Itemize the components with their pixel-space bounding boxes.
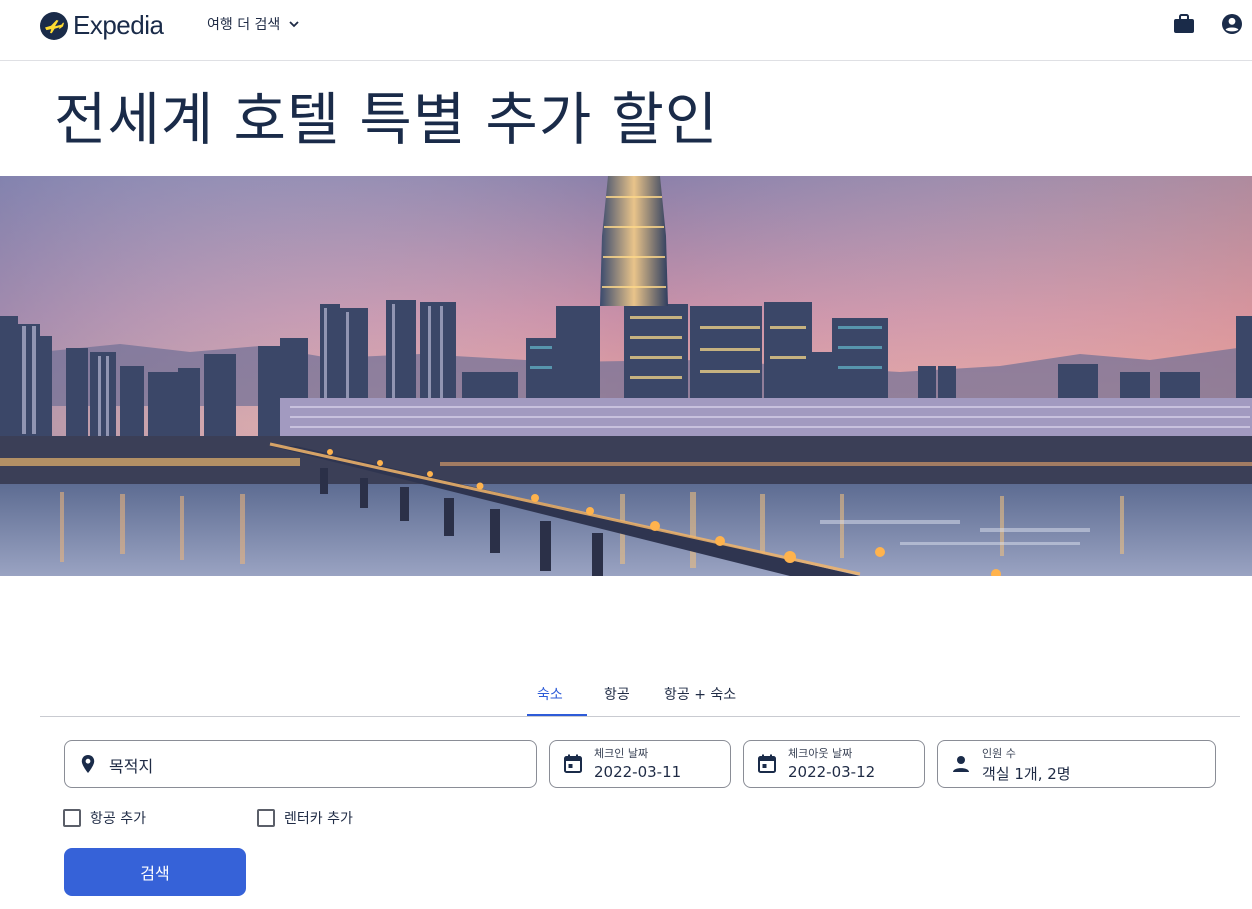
hero-image [0,176,1252,576]
expedia-plane-logo-icon [40,11,68,40]
travelers-label: 인원 수 [982,747,1016,760]
check-in-label: 체크인 날짜 [594,747,649,760]
tab-flight-hotel[interactable]: 항공 + 숙소 [664,684,736,704]
check-in-value: 2022-03-11 [594,763,682,781]
add-car-checkbox[interactable]: 렌터카 추가 [257,808,353,828]
person-icon [953,756,969,772]
add-flight-label: 항공 추가 [90,811,146,827]
check-out-label: 체크아웃 날짜 [788,747,853,760]
briefcase-icon[interactable] [1173,13,1195,35]
search-type-tabs: 숙소 항공 항공 + 숙소 [40,676,1240,717]
more-travel-label: 여행 더 검색 [207,17,281,33]
active-tab-indicator [527,714,587,716]
search-button[interactable]: 검색 [64,848,246,896]
chevron-down-icon [289,20,299,27]
brand-name: Expedia [73,10,164,40]
location-pin-icon [81,755,95,773]
calendar-icon [564,754,582,773]
travelers-value: 객실 1개, 2명 [982,765,1071,783]
checkbox-box[interactable] [257,809,275,827]
destination-placeholder: 목적지 [109,757,154,776]
expedia-logo[interactable]: Expedia [40,10,164,41]
tab-flights[interactable]: 항공 [604,684,630,704]
add-car-label: 렌터카 추가 [284,811,353,827]
calendar-icon [758,754,776,773]
destination-field[interactable]: 목적지 [64,740,537,788]
more-travel-dropdown[interactable]: 여행 더 검색 [207,14,299,34]
check-out-field[interactable]: 체크아웃 날짜 2022-03-12 [743,740,925,788]
check-in-field[interactable]: 체크인 날짜 2022-03-11 [549,740,731,788]
check-out-value: 2022-03-12 [788,763,876,781]
checkbox-box[interactable] [63,809,81,827]
account-icon[interactable] [1221,13,1243,35]
tab-stays[interactable]: 숙소 [537,684,563,704]
top-header: Expedia 여행 더 검색 [0,0,1252,61]
add-flight-checkbox[interactable]: 항공 추가 [63,808,146,828]
travelers-field[interactable]: 인원 수 객실 1개, 2명 [937,740,1216,788]
page-title: 전세계 호텔 특별 추가 할인 [54,87,719,153]
